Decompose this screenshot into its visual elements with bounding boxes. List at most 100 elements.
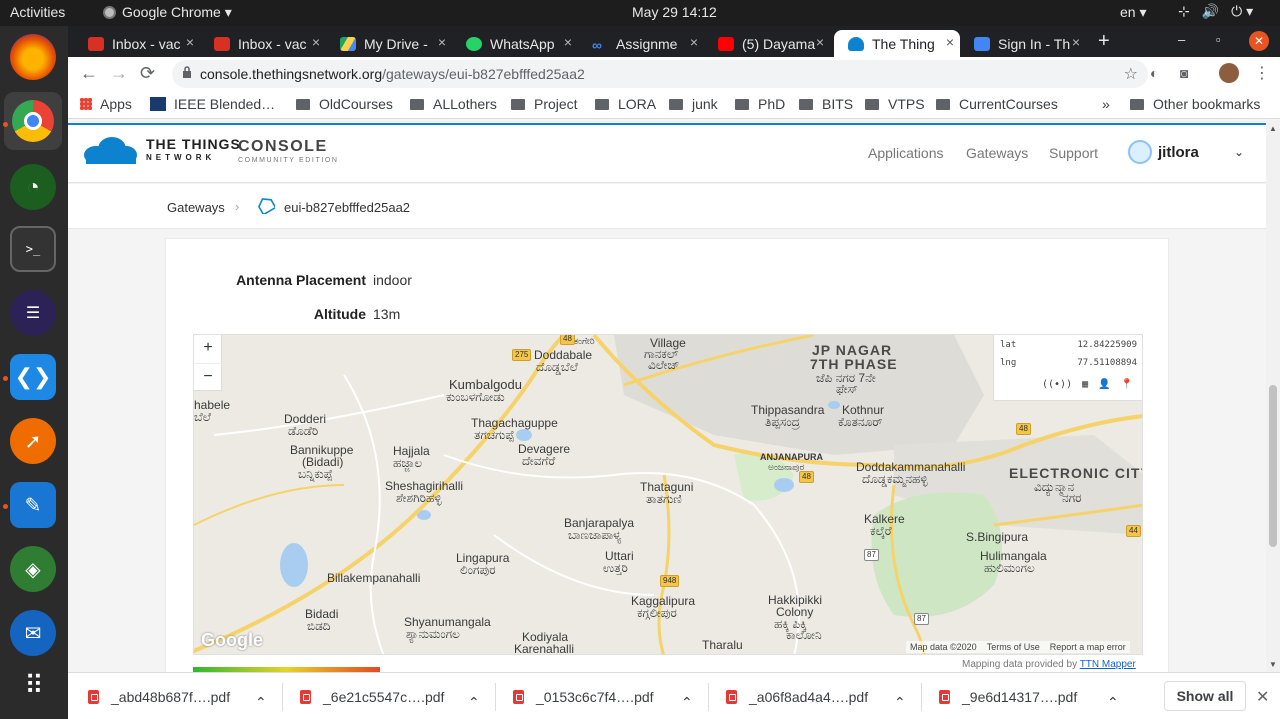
terms-of-use-link[interactable]: Terms of Use xyxy=(987,642,1040,652)
download-item[interactable]: _0153c6c7f4….pdf xyxy=(513,683,654,711)
clock[interactable]: May 29 14:12 xyxy=(632,4,717,20)
map-label-kumbalgodu-kn: ಕುಂಬಳಗೋಡು xyxy=(446,390,505,404)
close-tab-icon[interactable]: × xyxy=(438,34,446,50)
console-title: CONSOLE COMMUNITY EDITION xyxy=(238,138,339,164)
zoom-in-button[interactable]: + xyxy=(194,335,222,363)
close-tab-icon[interactable]: × xyxy=(946,34,954,50)
map-label-bannikuppe-kn: ಬನ್ನಿಕುಪ್ಪೆ xyxy=(298,467,333,481)
eclipse-icon[interactable]: ☰ xyxy=(10,290,56,336)
bookmark-bits[interactable]: BITS xyxy=(799,96,853,112)
close-tab-icon[interactable]: × xyxy=(186,34,194,50)
breadcrumb-gateways[interactable]: Gateways xyxy=(167,200,225,215)
download-menu-caret[interactable]: ⌃ xyxy=(681,688,693,716)
scrollbar-thumb[interactable] xyxy=(1269,385,1277,547)
nav-gateways[interactable]: Gateways xyxy=(966,145,1028,161)
report-map-error-link[interactable]: Report a map error xyxy=(1050,642,1126,652)
firefox-icon[interactable] xyxy=(10,34,56,80)
address-bar[interactable]: console.thethingsnetwork.org/gateways/eu… xyxy=(172,60,1148,88)
scroll-up-arrow-icon[interactable]: ▲ xyxy=(1269,124,1277,133)
gateway-location-map[interactable]: Village ಗಾನಕಲ್ ವಿಲೇಜ್ ಕಂಗೇರಿ JP NAGAR 7T… xyxy=(193,334,1143,655)
close-tab-icon[interactable]: × xyxy=(312,34,320,50)
tab-youtube[interactable]: (5) Dayama × xyxy=(704,30,830,57)
map-layer-icon[interactable]: ▦ xyxy=(1082,379,1088,390)
username[interactable]: jitlora xyxy=(1158,144,1199,161)
ttn-cloud-logo[interactable] xyxy=(82,137,138,165)
text-editor-icon[interactable]: ✎ xyxy=(10,482,56,528)
location-pin-icon[interactable]: 📍 xyxy=(1121,379,1133,390)
other-bookmarks[interactable]: Other bookmarks xyxy=(1130,96,1260,112)
forward-button[interactable]: → xyxy=(110,63,128,84)
reload-button[interactable]: ⟳ xyxy=(140,63,155,84)
camera-icon[interactable]: ◙ xyxy=(1180,65,1188,81)
close-tab-icon[interactable]: × xyxy=(690,34,698,50)
bookmark-lora[interactable]: LORA xyxy=(595,96,656,112)
app-icon-green[interactable]: ◔ xyxy=(10,164,56,210)
chrome-dock-item[interactable] xyxy=(4,92,62,150)
nav-applications[interactable]: Applications xyxy=(868,145,944,161)
download-item[interactable]: _9e6d14317….pdf xyxy=(939,683,1077,711)
back-button[interactable]: ← xyxy=(80,63,98,84)
bookmark-star-icon[interactable]: ☆ xyxy=(1124,64,1138,84)
running-indicator-3 xyxy=(3,504,8,509)
chrome-menu-icon[interactable]: ⋮ xyxy=(1254,63,1270,83)
bookmark-vtps[interactable]: VTPS xyxy=(865,96,925,112)
zoom-out-button[interactable]: − xyxy=(194,363,222,391)
show-all-downloads-button[interactable]: Show all xyxy=(1164,681,1246,711)
bookmark-apps[interactable]: Apps xyxy=(80,96,132,112)
bookmark-allothers[interactable]: ALLothers xyxy=(410,96,497,112)
new-tab-button[interactable]: + xyxy=(1098,30,1110,53)
more-bookmarks-button[interactable]: » xyxy=(1102,96,1110,112)
map-label-karenahalli: Karenahalli xyxy=(514,642,575,655)
close-tab-icon[interactable]: × xyxy=(1072,34,1080,50)
vscode-icon[interactable]: ❮❯ xyxy=(10,354,56,400)
postman-icon[interactable]: ➚ xyxy=(10,418,56,464)
person-icon[interactable]: 👤 xyxy=(1098,379,1110,390)
bookmark-oldcourses[interactable]: OldCourses xyxy=(296,96,393,112)
profile-avatar[interactable] xyxy=(1219,63,1239,83)
tab-assignment[interactable]: ∞ Assignme × xyxy=(578,30,704,57)
page-scrollbar[interactable]: ▲ ▼ xyxy=(1266,120,1280,672)
map-data-credit: Map data ©2020 xyxy=(910,642,977,652)
bookmark-currentcourses[interactable]: CurrentCourses xyxy=(936,96,1058,112)
ttn-brand[interactable]: THE THINGS NETWORK xyxy=(146,137,241,163)
antenna-icon[interactable]: ((•)) xyxy=(1042,379,1072,390)
tab-inbox-2[interactable]: Inbox - vac × xyxy=(200,30,326,57)
android-studio-icon[interactable]: ◈ xyxy=(10,546,56,592)
tab-drive[interactable]: My Drive - × xyxy=(326,30,452,57)
nav-support[interactable]: Support xyxy=(1049,145,1098,161)
activities-button[interactable]: Activities xyxy=(10,4,65,20)
close-tab-icon[interactable]: × xyxy=(564,34,572,50)
tab-sign-in[interactable]: Sign In - Th × xyxy=(960,30,1086,57)
minimize-button[interactable]: – xyxy=(1178,32,1185,47)
ttn-cloud-icon xyxy=(848,36,864,51)
download-menu-caret[interactable]: ⌃ xyxy=(894,688,906,716)
mail-icon[interactable]: ✉ xyxy=(10,610,56,656)
maximize-button[interactable]: ▫ xyxy=(1216,32,1221,47)
download-menu-caret[interactable]: ⌃ xyxy=(255,688,267,716)
download-item[interactable]: _abd48b687f….pdf xyxy=(88,683,230,711)
scroll-down-arrow-icon[interactable]: ▼ xyxy=(1269,660,1277,669)
language-indicator[interactable]: en ▾ xyxy=(1120,4,1147,21)
bookmark-project[interactable]: Project xyxy=(511,96,578,112)
chevron-down-icon[interactable]: ⌄ xyxy=(1234,145,1244,159)
terminal-icon[interactable]: >_ xyxy=(10,226,56,272)
user-avatar[interactable] xyxy=(1128,140,1152,164)
close-downloads-icon[interactable]: ✕ xyxy=(1256,687,1269,707)
tab-whatsapp[interactable]: WhatsApp × xyxy=(452,30,578,57)
bookmark-ieee[interactable]: IEEE Blended… xyxy=(150,96,275,112)
tab-things-network[interactable]: The Thing × xyxy=(834,30,960,57)
show-apps-icon[interactable]: ⠿ xyxy=(10,662,56,708)
system-tray[interactable]: ⊹ 🔊 ⏻ ▾ xyxy=(1178,3,1253,20)
app-menu[interactable]: Google Chrome ▾ xyxy=(103,4,232,21)
tab-inbox-1[interactable]: Inbox - vac × xyxy=(74,30,200,57)
bookmark-phd[interactable]: PhD xyxy=(735,96,785,112)
ttn-mapper-link[interactable]: TTN Mapper xyxy=(1080,659,1136,670)
close-tab-icon[interactable]: × xyxy=(816,34,824,50)
download-menu-caret[interactable]: ⌃ xyxy=(1107,688,1119,716)
extension-icon[interactable]: ◐ xyxy=(1150,65,1158,81)
download-menu-caret[interactable]: ⌃ xyxy=(468,688,480,716)
download-item[interactable]: _a06f8ad4a4….pdf xyxy=(726,683,868,711)
close-window-button[interactable]: ✕ xyxy=(1249,31,1269,51)
download-item[interactable]: _6e21c5547c….pdf xyxy=(300,683,444,711)
bookmark-junk[interactable]: junk xyxy=(669,96,718,112)
